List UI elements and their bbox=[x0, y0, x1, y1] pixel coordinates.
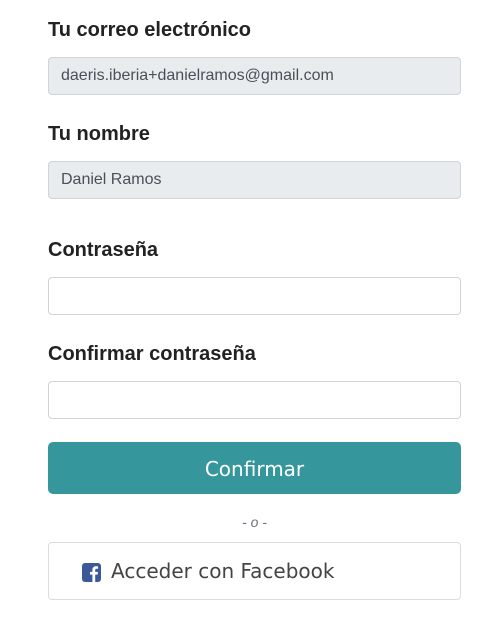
facebook-icon bbox=[82, 563, 101, 582]
facebook-login-button[interactable]: Acceder con Facebook bbox=[48, 542, 461, 600]
password-label: Contraseña bbox=[48, 239, 159, 261]
name-field[interactable] bbox=[48, 161, 461, 199]
or-divider: - o - bbox=[242, 514, 267, 530]
confirm-password-field[interactable] bbox=[48, 381, 461, 419]
email-label: Tu correo electrónico bbox=[48, 19, 252, 41]
name-label: Tu nombre bbox=[48, 123, 150, 145]
confirm-password-label: Confirmar contraseña bbox=[48, 343, 256, 365]
confirm-button[interactable]: Confirmar bbox=[48, 442, 461, 494]
password-field[interactable] bbox=[48, 277, 461, 315]
email-field[interactable] bbox=[48, 57, 461, 95]
facebook-login-label: Acceder con Facebook bbox=[111, 559, 335, 583]
